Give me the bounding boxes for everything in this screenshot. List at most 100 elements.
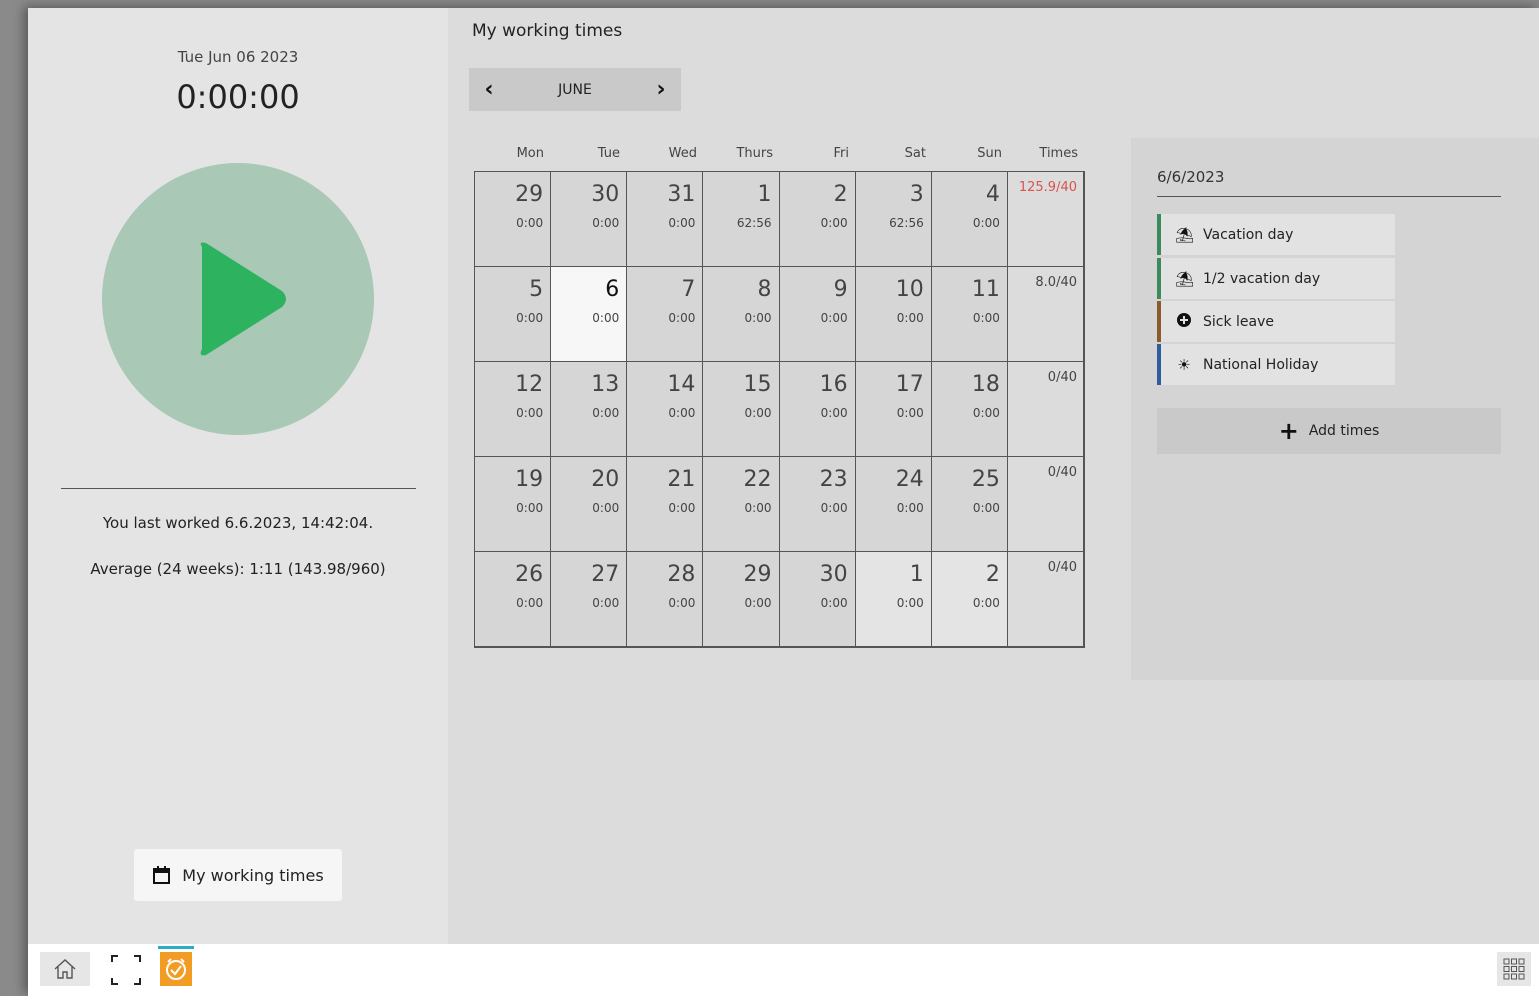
app-grid-icon[interactable] (1497, 952, 1531, 986)
day-cell[interactable]: 26 0:00 (475, 552, 552, 647)
day-cell[interactable]: 23 0:00 (779, 457, 856, 552)
day-hours: 0:00 (744, 311, 772, 325)
page-title: My working times (472, 21, 623, 41)
day-cell[interactable]: 16 0:00 (779, 362, 856, 457)
day-detail-panel: 6/6/2023 ⛱ Vacation day ⛱ 1/2 vacation d… (1131, 138, 1539, 680)
day-cell[interactable]: 31 0:00 (627, 172, 704, 267)
calendar-edit-icon (153, 866, 171, 884)
day-cell[interactable]: 1 62:56 (703, 172, 780, 267)
day-cell-next-month[interactable]: 1 0:00 (855, 552, 932, 647)
day-hours: 0:00 (744, 596, 772, 610)
day-number: 10 (895, 277, 924, 302)
day-number: 23 (819, 467, 848, 492)
day-cell[interactable]: 29 0:00 (703, 552, 780, 647)
week-total: 125.9/40 (1007, 172, 1084, 267)
day-hours: 0:00 (972, 406, 1000, 420)
day-cell[interactable]: 19 0:00 (475, 457, 552, 552)
day-cell-next-month[interactable]: 2 0:00 (931, 552, 1008, 647)
day-cell[interactable]: 5 0:00 (475, 267, 552, 362)
day-number: 21 (667, 467, 696, 492)
day-cell[interactable]: 9 0:00 (779, 267, 856, 362)
day-hours: 0:00 (820, 596, 848, 610)
day-number: 29 (515, 182, 544, 207)
day-number: 9 (833, 277, 848, 302)
day-hours: 0:00 (592, 311, 620, 325)
day-cell[interactable]: 27 0:00 (551, 552, 628, 647)
day-cell[interactable]: 7 0:00 (627, 267, 704, 362)
chevron-right-icon[interactable]: › (641, 68, 681, 111)
day-hours: 0:00 (972, 596, 1000, 610)
day-cell[interactable]: 14 0:00 (627, 362, 704, 457)
week-total-value: 125.9/40 (1018, 180, 1077, 195)
entry-label: National Holiday (1203, 356, 1319, 373)
entry-national-holiday[interactable]: ☀ National Holiday (1157, 344, 1395, 385)
day-cell[interactable]: 12 0:00 (475, 362, 552, 457)
day-cell[interactable]: 30 0:00 (551, 172, 628, 267)
fullscreen-icon[interactable] (108, 952, 144, 988)
day-cell[interactable]: 11 0:00 (931, 267, 1008, 362)
day-cell[interactable]: 10 0:00 (855, 267, 932, 362)
sun-icon: ☀ (1177, 355, 1191, 374)
umbrella-beach-icon: ⛱ (1175, 269, 1195, 288)
add-times-label: Add times (1308, 423, 1380, 439)
day-cell[interactable]: 20 0:00 (551, 457, 628, 552)
add-times-button[interactable]: + Add times (1157, 408, 1501, 454)
day-number: 20 (591, 467, 620, 492)
day-number: 5 (529, 277, 544, 302)
day-number: 14 (667, 372, 696, 397)
day-hours: 0:00 (896, 501, 924, 515)
day-cell[interactable]: 18 0:00 (931, 362, 1008, 457)
home-icon[interactable] (40, 952, 90, 986)
day-cell[interactable]: 30 0:00 (779, 552, 856, 647)
day-number: 2 (833, 182, 848, 207)
day-cell[interactable]: 22 0:00 (703, 457, 780, 552)
day-number: 18 (971, 372, 1000, 397)
day-cell[interactable]: 25 0:00 (931, 457, 1008, 552)
day-hours: 0:00 (516, 406, 544, 420)
timer-panel: Tue Jun 06 2023 0:00:00 You last worked … (28, 8, 448, 944)
my-working-times-button[interactable]: My working times (134, 849, 342, 901)
day-number: 30 (819, 562, 848, 587)
day-hours: 0:00 (668, 216, 696, 230)
day-cell[interactable]: 8 0:00 (703, 267, 780, 362)
week-total-value: 0/40 (1047, 560, 1077, 575)
header-mon: Mon (516, 146, 544, 161)
day-number: 25 (971, 467, 1000, 492)
week-total: 0/40 (1007, 552, 1084, 647)
entry-sick-leave[interactable]: Sick leave (1157, 301, 1395, 342)
day-cell[interactable]: 21 0:00 (627, 457, 704, 552)
entry-half-vacation-day[interactable]: ⛱ 1/2 vacation day (1157, 258, 1395, 299)
day-hours: 0:00 (592, 216, 620, 230)
day-hours: 0:00 (668, 311, 696, 325)
day-cell[interactable]: 13 0:00 (551, 362, 628, 457)
selected-date: 6/6/2023 (1157, 168, 1225, 186)
day-cell[interactable]: 2 0:00 (779, 172, 856, 267)
day-number: 16 (819, 372, 848, 397)
day-cell[interactable]: 4 0:00 (931, 172, 1008, 267)
day-cell[interactable]: 29 0:00 (475, 172, 552, 267)
day-cell[interactable]: 24 0:00 (855, 457, 932, 552)
header-tue: Tue (597, 146, 620, 161)
entry-label: 1/2 vacation day (1203, 270, 1321, 287)
day-number: 11 (971, 277, 1000, 302)
start-timer-button[interactable] (102, 163, 374, 435)
day-hours: 62:56 (889, 216, 924, 230)
week-total-value: 0/40 (1047, 370, 1077, 385)
taskbar (28, 944, 1539, 996)
day-number: 15 (743, 372, 772, 397)
day-cell[interactable]: 15 0:00 (703, 362, 780, 457)
active-indicator (158, 946, 194, 949)
day-hours: 0:00 (668, 596, 696, 610)
month-label: JUNE (558, 81, 592, 98)
day-hours: 0:00 (820, 501, 848, 515)
day-cell-today[interactable]: 6 0:00 (551, 267, 628, 362)
day-cell[interactable]: 28 0:00 (627, 552, 704, 647)
day-hours: 0:00 (592, 596, 620, 610)
chevron-left-icon[interactable]: ‹ (469, 68, 509, 111)
entry-vacation-day[interactable]: ⛱ Vacation day (1157, 214, 1395, 255)
day-cell[interactable]: 17 0:00 (855, 362, 932, 457)
day-number: 31 (667, 182, 696, 207)
day-cell[interactable]: 3 62:56 (855, 172, 932, 267)
time-tracker-app-button[interactable] (158, 946, 194, 990)
day-number: 29 (743, 562, 772, 587)
